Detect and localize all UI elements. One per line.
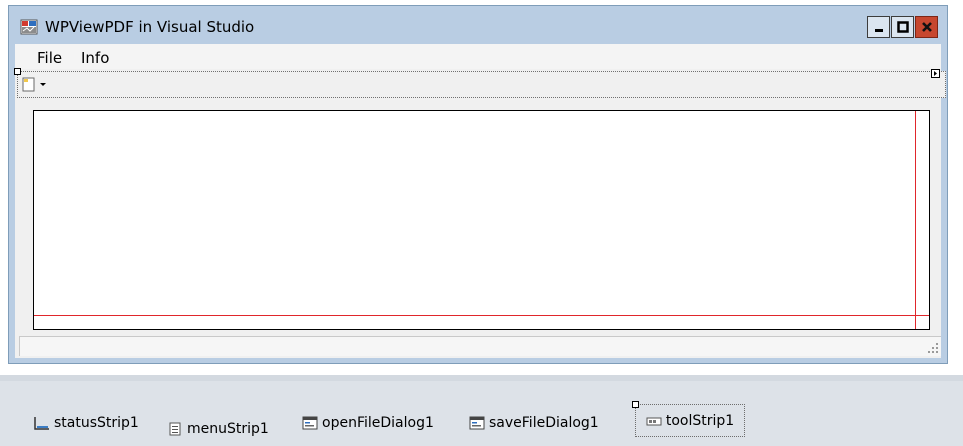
dialog-icon bbox=[469, 416, 485, 430]
tray-label: menuStrip1 bbox=[187, 421, 269, 437]
tray-label: saveFileDialog1 bbox=[489, 415, 599, 431]
designer-surface: WPViewPDF in Visual Studio File Info bbox=[0, 0, 963, 375]
statusstrip-icon bbox=[34, 417, 49, 430]
resize-grip-icon[interactable] bbox=[927, 342, 939, 354]
tray-label: statusStrip1 bbox=[54, 415, 139, 431]
chevron-right-icon bbox=[934, 71, 937, 76]
tray-component-statusstrip[interactable]: statusStrip1 bbox=[34, 415, 139, 431]
form-window[interactable]: WPViewPDF in Visual Studio File Info bbox=[8, 5, 948, 364]
maximize-icon bbox=[896, 21, 909, 33]
close-button[interactable] bbox=[915, 16, 938, 38]
status-strip bbox=[19, 336, 941, 356]
menustrip-icon bbox=[169, 422, 181, 436]
close-icon bbox=[921, 22, 932, 32]
new-document-dropdown[interactable] bbox=[22, 77, 50, 92]
selection-handle[interactable] bbox=[632, 401, 639, 408]
tray-component-openfiledialog[interactable]: openFileDialog1 bbox=[302, 415, 434, 431]
tray-component-savefiledialog[interactable]: saveFileDialog1 bbox=[469, 415, 599, 431]
menu-file[interactable]: File bbox=[37, 49, 62, 67]
form-client-area: File Info bbox=[14, 44, 946, 358]
pdf-viewer-control[interactable] bbox=[33, 110, 930, 330]
new-document-dropdown-icon bbox=[22, 77, 46, 92]
menu-info[interactable]: Info bbox=[81, 49, 109, 67]
toolstrip-icon bbox=[646, 417, 662, 425]
maximize-button[interactable] bbox=[891, 16, 914, 38]
horizontal-guide-line bbox=[34, 315, 929, 316]
vertical-guide-line bbox=[915, 111, 916, 329]
title-bar[interactable]: WPViewPDF in Visual Studio bbox=[9, 6, 947, 44]
dialog-icon bbox=[302, 416, 318, 430]
minimize-button[interactable] bbox=[867, 16, 890, 38]
toolstrip-overflow-button[interactable] bbox=[931, 69, 940, 78]
tray-label: openFileDialog1 bbox=[322, 415, 434, 431]
menu-strip: File Info bbox=[15, 44, 941, 69]
tray-label: toolStrip1 bbox=[665, 412, 735, 429]
selection-handle[interactable] bbox=[14, 68, 21, 75]
wpviewpdf-app-icon bbox=[20, 19, 38, 35]
tool-strip[interactable] bbox=[14, 68, 946, 98]
minimize-icon bbox=[874, 29, 883, 32]
window-title: WPViewPDF in Visual Studio bbox=[45, 18, 255, 36]
tray-component-menustrip[interactable]: menuStrip1 bbox=[167, 421, 269, 437]
tray-component-toolstrip[interactable]: toolStrip1 bbox=[632, 401, 745, 437]
component-tray: statusStrip1 menuStrip1 openFileDialog1 … bbox=[0, 375, 963, 446]
